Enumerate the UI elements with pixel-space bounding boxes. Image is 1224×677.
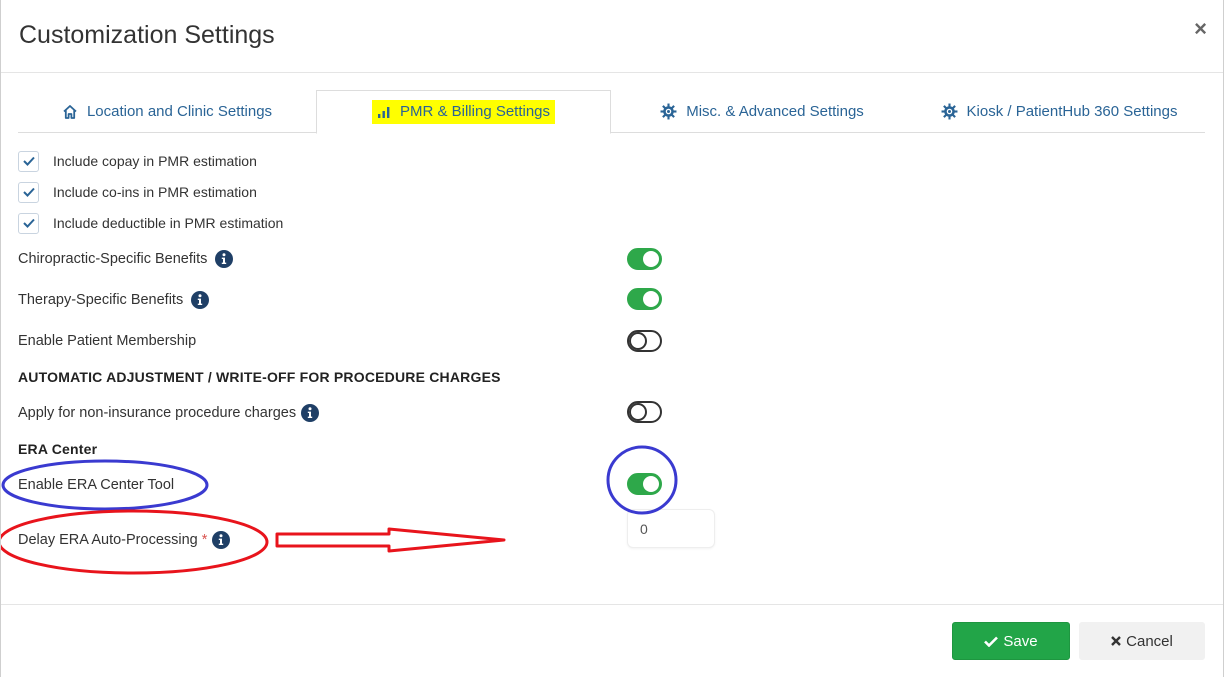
deductible-checkbox[interactable] [18, 212, 39, 234]
copay-checkbox-row: Include copay in PMR estimation [18, 150, 257, 172]
save-label: Save [1003, 632, 1038, 650]
gear-icon [660, 103, 677, 120]
era-delay-row: Delay ERA Auto-Processing * [18, 528, 231, 552]
bar-chart-icon [377, 106, 391, 118]
tab-label: PMR & Billing Settings [399, 103, 551, 120]
toggle-knob [643, 291, 659, 307]
setting-label: Delay ERA Auto-Processing [18, 532, 198, 548]
checkmark-icon [22, 156, 35, 166]
info-icon[interactable] [301, 404, 320, 422]
home-icon [62, 104, 78, 120]
close-icon[interactable]: × [1194, 18, 1207, 40]
non-insurance-toggle[interactable] [627, 401, 662, 423]
red-arrow-annotation [275, 527, 506, 553]
patient-membership-row: Enable Patient Membership [18, 329, 196, 353]
checkbox-label: Include copay in PMR estimation [53, 153, 257, 169]
era-section-title: ERA Center [18, 441, 98, 457]
cancel-label: Cancel [1126, 632, 1173, 650]
deductible-checkbox-row: Include deductible in PMR estimation [18, 212, 283, 234]
check-icon [984, 636, 999, 647]
cancel-button[interactable]: Cancel [1079, 622, 1205, 660]
adjustment-section-title: AUTOMATIC ADJUSTMENT / WRITE-OFF FOR PRO… [18, 369, 501, 385]
era-center-tool-toggle[interactable] [627, 473, 662, 495]
info-icon[interactable] [191, 291, 210, 309]
settings-tabs: Location and Clinic Settings PMR & Billi… [18, 90, 1205, 134]
therapy-benefits-toggle[interactable] [627, 288, 662, 310]
setting-label: Apply for non-insurance procedure charge… [18, 405, 297, 421]
tab-highlight: PMR & Billing Settings [371, 100, 556, 124]
tab-pmr-billing-settings[interactable]: PMR & Billing Settings [316, 90, 611, 134]
setting-label: Therapy-Specific Benefits [18, 292, 184, 308]
required-marker: * [201, 532, 208, 548]
coins-checkbox[interactable] [18, 181, 39, 203]
setting-label: Enable ERA Center Tool [18, 477, 175, 493]
dialog-header: Customization Settings × [1, 0, 1223, 73]
checkmark-icon [22, 218, 35, 228]
tab-label: Kiosk / PatientHub 360 Settings [966, 103, 1178, 120]
therapy-benefits-row: Therapy-Specific Benefits [18, 288, 210, 312]
chiropractic-benefits-row: Chiropractic-Specific Benefits [18, 247, 234, 271]
setting-label: Enable Patient Membership [18, 333, 197, 349]
info-icon[interactable] [215, 250, 234, 268]
copay-checkbox[interactable] [18, 150, 39, 172]
tab-kiosk-patienthub-settings[interactable]: Kiosk / PatientHub 360 Settings [913, 90, 1205, 133]
save-button[interactable]: Save [952, 622, 1070, 660]
tab-label: Misc. & Advanced Settings [686, 103, 864, 120]
toggle-knob [629, 403, 647, 421]
tab-location-clinic-settings[interactable]: Location and Clinic Settings [18, 90, 316, 133]
patient-membership-toggle[interactable] [627, 330, 662, 352]
info-icon[interactable] [212, 531, 231, 549]
non-insurance-row: Apply for non-insurance procedure charge… [18, 401, 320, 425]
era-delay-input[interactable] [627, 509, 715, 548]
chiropractic-benefits-toggle[interactable] [627, 248, 662, 270]
dialog-title: Customization Settings [19, 21, 275, 49]
setting-label: Chiropractic-Specific Benefits [18, 251, 208, 267]
customization-settings-dialog: Customization Settings × Location and Cl… [0, 0, 1224, 677]
tab-misc-advanced-settings[interactable]: Misc. & Advanced Settings [611, 90, 913, 133]
coins-checkbox-row: Include co-ins in PMR estimation [18, 181, 257, 203]
x-icon [1111, 636, 1121, 646]
toggle-knob [643, 251, 659, 267]
checkbox-label: Include co-ins in PMR estimation [53, 184, 257, 200]
gear-icon [941, 103, 958, 120]
toggle-knob [643, 476, 659, 492]
era-center-tool-row: Enable ERA Center Tool [18, 473, 174, 497]
checkbox-label: Include deductible in PMR estimation [53, 215, 284, 231]
toggle-knob [629, 332, 647, 350]
tab-label: Location and Clinic Settings [86, 103, 273, 120]
checkmark-icon [22, 187, 35, 197]
